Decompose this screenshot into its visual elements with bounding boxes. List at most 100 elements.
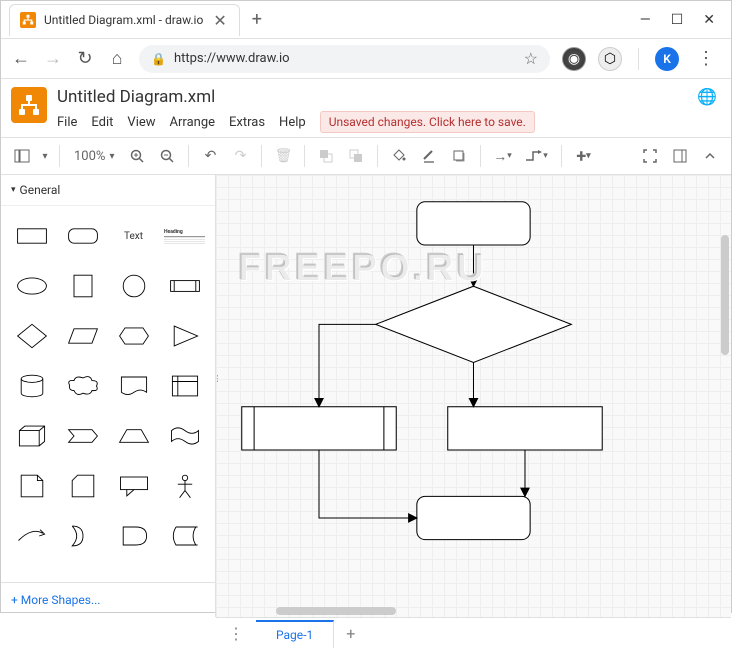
zoom-out-button[interactable]	[154, 143, 180, 169]
view-mode-button[interactable]	[9, 143, 35, 169]
canvas[interactable]: ⠿ FREEPO.RU	[216, 175, 731, 617]
node-process-right[interactable]	[448, 407, 602, 450]
shape-actor[interactable]	[162, 464, 207, 508]
shape-parallelogram[interactable]	[60, 314, 105, 358]
shape-datastore[interactable]	[162, 514, 207, 558]
fill-color-button[interactable]	[386, 143, 412, 169]
close-window-button[interactable]: ✕	[703, 12, 715, 28]
page-tab-1[interactable]: Page-1	[256, 620, 334, 648]
insert-button[interactable]: +▾	[570, 143, 596, 169]
menu-edit[interactable]: Edit	[91, 115, 113, 130]
page-tabs-menu-icon[interactable]: ⋮	[216, 624, 256, 643]
shape-diamond[interactable]	[9, 314, 54, 358]
tab-favicon	[20, 12, 36, 28]
shape-hexagon[interactable]	[111, 314, 156, 358]
shape-or[interactable]	[60, 514, 105, 558]
window-controls: — ☐ ✕	[640, 12, 731, 28]
fullscreen-button[interactable]	[637, 143, 663, 169]
language-icon[interactable]: 🌐	[697, 87, 717, 106]
bookmark-star-icon[interactable]: ☆	[524, 49, 538, 68]
shape-card[interactable]	[60, 464, 105, 508]
node-start[interactable]	[417, 202, 530, 245]
user-avatar[interactable]: K	[655, 47, 679, 71]
address-bar[interactable]: 🔒 https://www.draw.io ☆	[139, 45, 550, 73]
shape-circle[interactable]	[111, 264, 156, 308]
extension-icon-1[interactable]: ◉	[562, 47, 586, 71]
node-process-left[interactable]	[242, 407, 396, 450]
window-titlebar: Untitled Diagram.xml - draw.io ✕ + — ☐ ✕	[1, 1, 731, 39]
back-button[interactable]: ←	[11, 48, 31, 69]
delete-button[interactable]: 🗑	[270, 143, 296, 169]
shape-square[interactable]	[60, 264, 105, 308]
shape-ellipse[interactable]	[9, 264, 54, 308]
page-tabs: ⋮ Page-1 +	[216, 617, 731, 649]
node-decision[interactable]	[376, 286, 572, 362]
connection-button[interactable]: →▾	[489, 143, 515, 169]
shape-triangle[interactable]	[162, 314, 207, 358]
menu-help[interactable]: Help	[279, 115, 306, 130]
shape-heading[interactable]: Heading	[162, 214, 207, 258]
browser-menu-icon[interactable]: ⋮	[691, 48, 721, 69]
to-back-button[interactable]	[343, 143, 369, 169]
more-shapes-button[interactable]: + More Shapes...	[1, 582, 215, 617]
shape-tape[interactable]	[162, 414, 207, 458]
shape-rounded-rect[interactable]	[60, 214, 105, 258]
node-end[interactable]	[417, 496, 530, 539]
collapse-button[interactable]	[697, 143, 723, 169]
format-panel-button[interactable]	[667, 143, 693, 169]
unsaved-warning[interactable]: Unsaved changes. Click here to save.	[320, 111, 535, 133]
vertical-scrollbar[interactable]	[721, 235, 729, 355]
shape-text[interactable]: Text	[111, 214, 156, 258]
menu-file[interactable]: File	[57, 115, 77, 130]
new-tab-button[interactable]: +	[240, 9, 274, 30]
menu-arrange[interactable]: Arrange	[170, 115, 215, 130]
shape-document[interactable]	[111, 364, 156, 408]
extension-icon-2[interactable]: ⬡	[598, 47, 622, 71]
menu-extras[interactable]: Extras	[229, 115, 265, 130]
zoom-in-button[interactable]	[124, 143, 150, 169]
view-dropdown-icon[interactable]: ▾	[39, 143, 51, 169]
separator	[638, 48, 639, 70]
document-title[interactable]: Untitled Diagram.xml	[57, 87, 721, 107]
diagram-content[interactable]	[216, 175, 731, 617]
zoom-level[interactable]: 100%▾	[68, 149, 120, 164]
app-header: Untitled Diagram.xml File Edit View Arra…	[1, 79, 731, 137]
shape-step[interactable]	[60, 414, 105, 458]
shape-note[interactable]	[9, 464, 54, 508]
main-area: ▾ General Text Heading	[1, 175, 731, 617]
horizontal-scrollbar[interactable]	[276, 607, 396, 615]
shape-process[interactable]	[162, 264, 207, 308]
shadow-button[interactable]	[446, 143, 472, 169]
line-color-button[interactable]	[416, 143, 442, 169]
add-page-button[interactable]: +	[334, 624, 367, 643]
url-text: https://www.draw.io	[174, 51, 516, 66]
menu-view[interactable]: View	[127, 115, 155, 130]
waypoint-button[interactable]: ▾	[519, 143, 553, 169]
shape-rectangle[interactable]	[9, 214, 54, 258]
to-front-button[interactable]	[313, 143, 339, 169]
shape-trapezoid[interactable]	[111, 414, 156, 458]
tab-title: Untitled Diagram.xml - draw.io	[44, 13, 203, 27]
shape-cloud[interactable]	[60, 364, 105, 408]
shape-cylinder[interactable]	[9, 364, 54, 408]
undo-button[interactable]: ↶	[197, 143, 223, 169]
app-logo[interactable]	[11, 87, 47, 123]
shape-and[interactable]	[111, 514, 156, 558]
sidebar-section-general[interactable]: ▾ General	[1, 175, 215, 206]
tab-close-icon[interactable]: ✕	[211, 9, 228, 32]
shapes-sidebar: ▾ General Text Heading	[1, 175, 216, 617]
browser-toolbar: ← → ↻ ⌂ 🔒 https://www.draw.io ☆ ◉ ⬡ K ⋮	[1, 39, 731, 79]
maximize-button[interactable]: ☐	[671, 12, 684, 28]
shapes-palette: Text Heading	[1, 206, 215, 582]
shape-curve-arrow[interactable]	[9, 514, 54, 558]
home-button[interactable]: ⌂	[107, 48, 127, 69]
redo-button[interactable]: ↷	[227, 143, 253, 169]
shape-callout[interactable]	[111, 464, 156, 508]
minimize-button[interactable]: —	[640, 12, 651, 28]
shape-internal-storage[interactable]	[162, 364, 207, 408]
menu-bar: File Edit View Arrange Extras Help Unsav…	[57, 111, 721, 133]
browser-tab[interactable]: Untitled Diagram.xml - draw.io ✕	[9, 4, 240, 36]
shape-cube[interactable]	[9, 414, 54, 458]
forward-button[interactable]: →	[43, 48, 63, 69]
reload-button[interactable]: ↻	[75, 48, 95, 69]
